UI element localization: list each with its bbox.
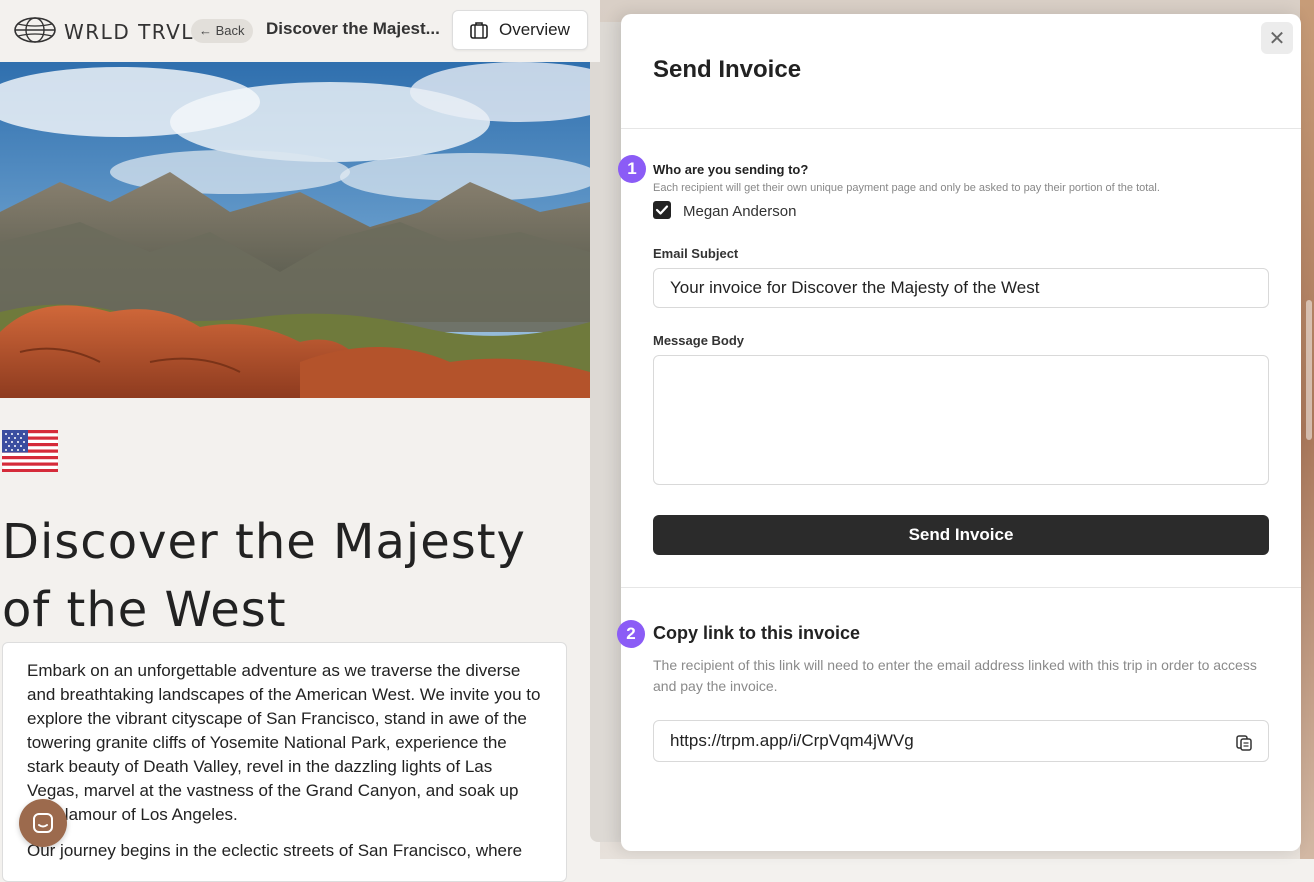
top-bar: WRLD TRVL ← Back Discover the Majest... … xyxy=(0,0,600,62)
chat-icon xyxy=(33,813,53,833)
message-body-textarea[interactable] xyxy=(653,355,1269,485)
copy-link-help-text: The recipient of this link will need to … xyxy=(653,657,1257,694)
email-subject-input[interactable] xyxy=(653,268,1269,308)
overview-label: Overview xyxy=(499,20,570,39)
overview-button[interactable]: Overview xyxy=(452,10,588,50)
check-icon xyxy=(655,205,669,215)
back-button[interactable]: ← Back xyxy=(191,19,253,43)
logo-text[interactable]: WRLD TRVL xyxy=(64,20,194,44)
scrollbar-thumb[interactable] xyxy=(1306,300,1312,440)
message-body-label: Message Body xyxy=(653,333,745,348)
us-flag-icon xyxy=(2,430,58,472)
send-invoice-button[interactable]: Send Invoice xyxy=(653,515,1269,555)
recipient-question: Who are you sending to? xyxy=(653,162,809,177)
hero-image xyxy=(0,62,590,398)
description-card: Embark on an unforgettable adventure as … xyxy=(2,642,567,882)
recipient-help-text: Each recipient will get their own unique… xyxy=(653,182,1160,194)
chat-button[interactable] xyxy=(19,799,67,847)
page-title: Discover the Majesty of the West xyxy=(2,514,526,638)
step-badge-2: 2 xyxy=(617,620,645,648)
description-paragraph: Our journey begins in the eclectic stree… xyxy=(27,841,523,860)
email-subject-label: Email Subject xyxy=(653,246,739,261)
suitcase-icon xyxy=(470,22,488,39)
invoice-link-field[interactable]: https://trpm.app/i/CrpVqm4jWVg xyxy=(653,720,1269,762)
copy-icon[interactable] xyxy=(1234,732,1254,752)
divider xyxy=(621,587,1301,588)
close-icon: ✕ xyxy=(1268,27,1286,50)
step-badge-1: 1 xyxy=(618,155,646,183)
modal-title: Send Invoice xyxy=(653,56,802,83)
copy-link-title: Copy link to this invoice xyxy=(653,623,861,643)
recipient-name[interactable]: Megan Anderson xyxy=(683,203,796,220)
close-button[interactable]: ✕ xyxy=(1261,22,1293,54)
globe-icon[interactable] xyxy=(14,16,56,44)
recipient-checkbox[interactable] xyxy=(653,201,671,219)
trip-title: Discover the Majest... xyxy=(266,19,440,38)
description-paragraph: Embark on an unforgettable adventure as … xyxy=(27,661,541,824)
divider xyxy=(621,128,1301,129)
